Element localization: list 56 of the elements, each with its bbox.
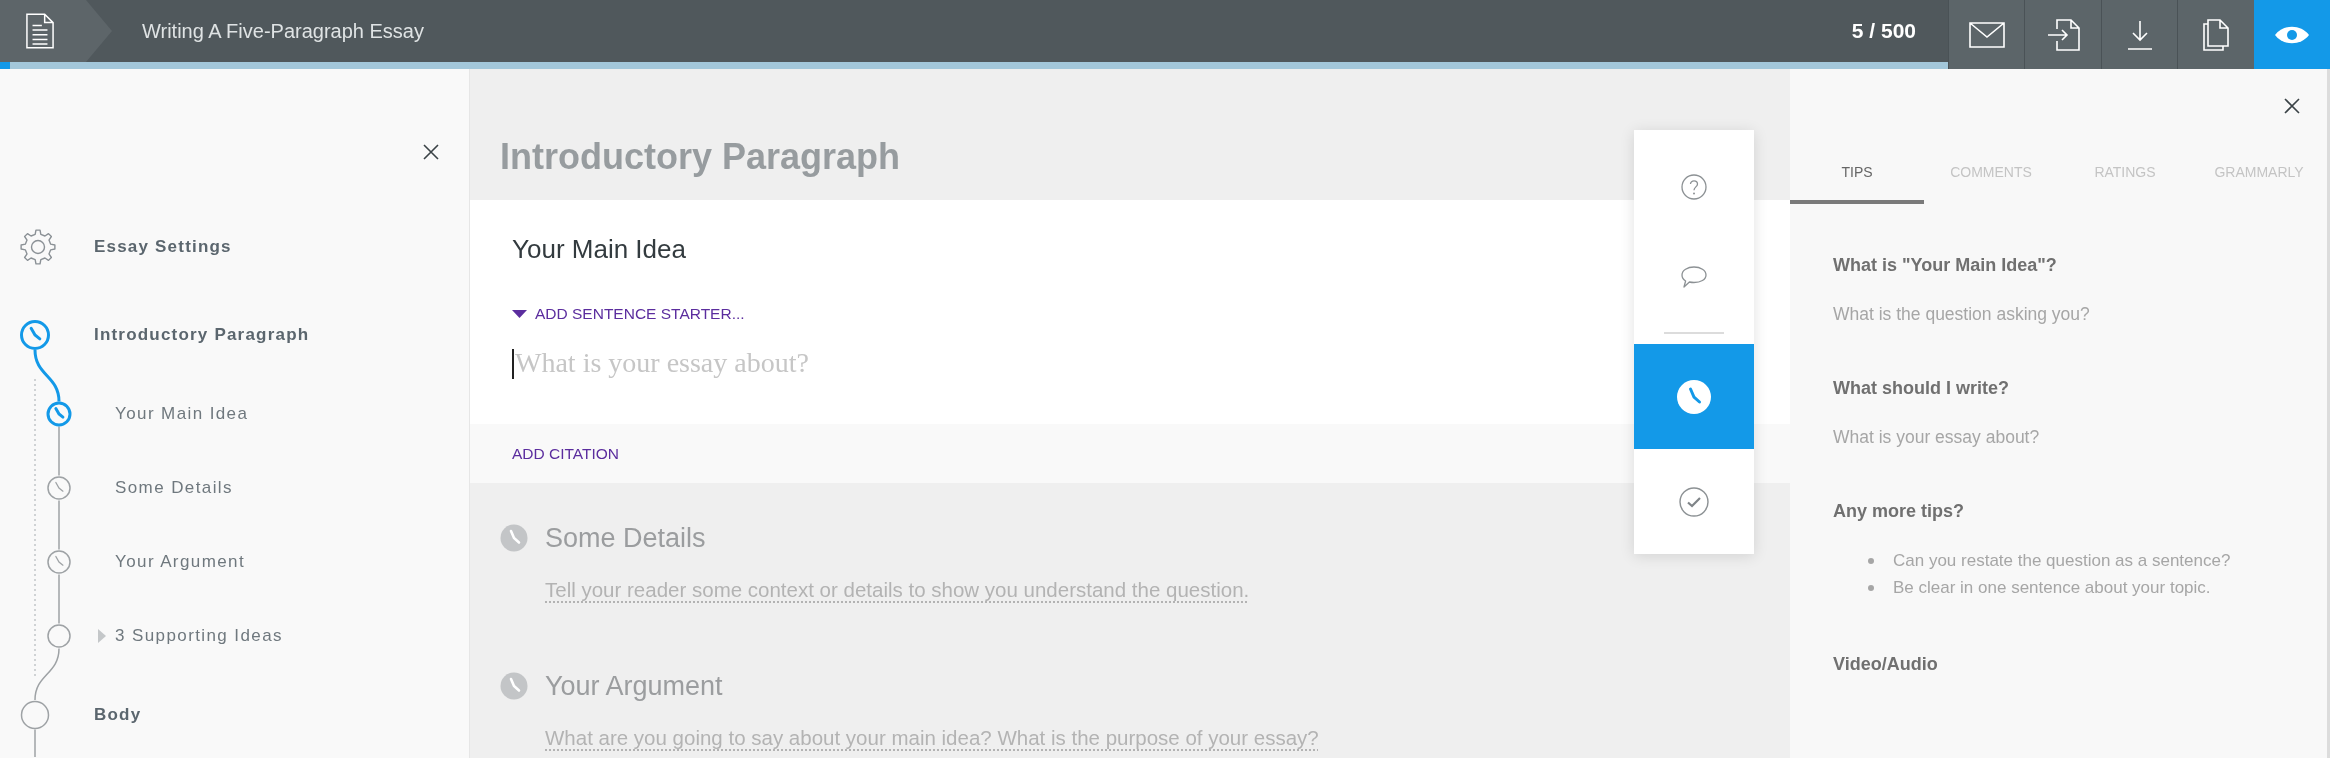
tip-heading: What is "Your Main Idea"? [1833,254,2058,277]
tip-text: What is the question asking you? [1833,303,2091,325]
word-count: 5 / 500 [1851,19,1917,43]
caret-down-icon [512,310,527,318]
download-button[interactable] [2100,0,2178,69]
step-title: Your Main Idea [512,233,687,265]
connector-line [33,349,61,402]
close-button[interactable] [2284,98,2300,114]
tip-heading: Any more tips? [1833,500,1966,523]
document-icon [26,13,54,49]
essay-input[interactable]: What is your essay about? [512,343,1512,383]
connector-line [34,647,60,701]
check-circle-icon [1679,486,1709,517]
sidebar-item[interactable]: Your Argument [115,552,246,572]
document-arrow-icon [2046,18,2080,51]
sidebar-item[interactable]: Some Details [115,478,233,498]
document-title: Writing A Five-Paragraph Essay [142,19,424,43]
home-button[interactable] [0,0,112,62]
sidebar-item[interactable]: Your Main Idea [115,404,249,424]
bullet-icon [1868,557,1874,564]
eye-icon [2274,24,2311,45]
connector-line [58,425,60,477]
tip-heading: Video/Audio [1833,653,1939,676]
sidebar-item[interactable]: Body [94,705,142,725]
email-button[interactable] [1948,0,2025,69]
panel-tab[interactable]: TIPS [1790,128,1924,204]
clock-icon [1677,379,1711,414]
import-button[interactable] [2024,0,2101,69]
step-heading[interactable]: Your Argument [545,670,723,702]
close-icon [423,144,439,160]
connector-line [58,573,60,625]
sidebar-item[interactable]: 3 Supporting Ideas [115,626,283,646]
section-title: Introductory Paragraph [500,135,902,179]
tip-text: Be clear in one sentence about your topic. [1893,577,2211,598]
step-heading[interactable]: Some Details [545,522,706,554]
close-button[interactable] [423,144,439,160]
connector-line [58,499,60,551]
citation-link[interactable]: ADD CITATION [512,444,620,463]
preview-button[interactable] [2253,0,2330,69]
tip-text: Can you restate the question as a sentence? [1893,550,2231,571]
question-circle-icon [1681,174,1707,200]
documents-icon [2202,18,2229,51]
copy-button[interactable] [2177,0,2254,69]
bullet-icon [1868,584,1874,591]
envelope-icon [1968,21,2005,48]
sentence-starter-link[interactable]: ADD SENTENCE STARTER... [512,304,745,324]
progress-button[interactable] [1634,344,1754,449]
connector-line [34,728,36,757]
speech-bubble-icon [1681,266,1707,288]
close-icon [2284,98,2300,114]
sidebar-item[interactable]: Essay Settings [94,237,232,257]
sidebar-item[interactable]: Introductory Paragraph [94,325,310,345]
tip-text: What is your essay about? [1833,426,2041,448]
tip-heading: What should I write? [1833,377,2010,400]
download-icon [2126,19,2153,50]
settings-icon[interactable] [20,229,56,265]
